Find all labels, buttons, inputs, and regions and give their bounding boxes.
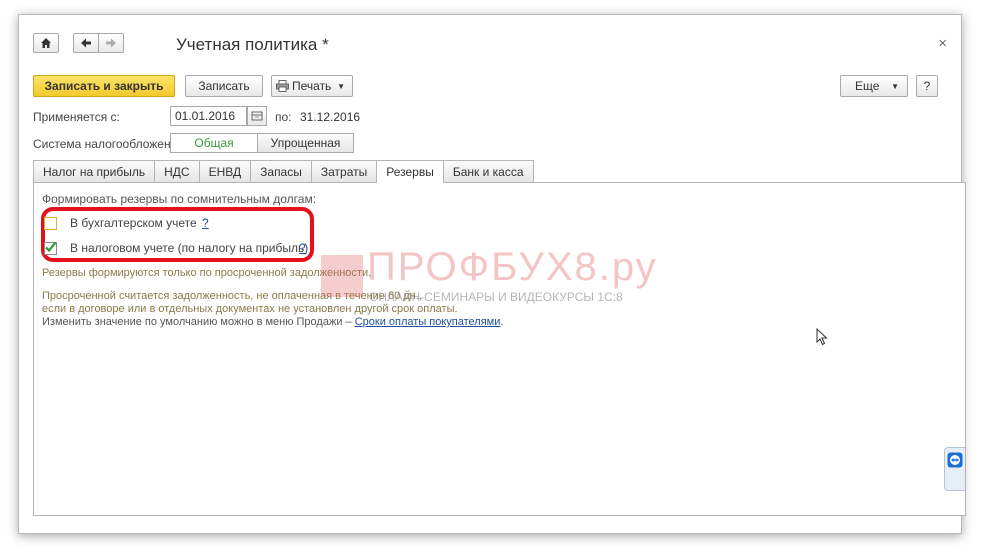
- tax-accounting-checkbox[interactable]: [44, 241, 57, 255]
- applies-from-label: Применяется с:: [33, 110, 120, 124]
- watermark-brand: ПРОФБУХ8.ру: [367, 245, 658, 289]
- close-icon[interactable]: ×: [938, 35, 947, 52]
- tab-profit-tax[interactable]: Налог на прибыль: [33, 160, 156, 182]
- form-window: Учетная политика * × Записать и закрыть …: [18, 14, 966, 534]
- note-change-default-text: Изменить значение по умолчанию можно в м…: [42, 316, 352, 328]
- accounting-help-link[interactable]: ?: [202, 216, 209, 230]
- date-to-value: 31.12.2016: [300, 110, 361, 124]
- payment-terms-link[interactable]: Сроки оплаты покупателями: [355, 316, 501, 328]
- save-button[interactable]: Записать: [185, 75, 263, 97]
- chevron-down-icon: ▼: [891, 81, 899, 91]
- print-button[interactable]: Печать ▼: [271, 75, 353, 97]
- tab-bank-cash[interactable]: Банк и касса: [442, 160, 534, 182]
- note-period: .: [500, 316, 504, 328]
- tax-system-simplified-option[interactable]: Упрощенная: [257, 133, 354, 153]
- more-label: Еще: [855, 79, 880, 93]
- tab-bar: Налог на прибыль НДС ЕНВД Запасы Затраты…: [33, 160, 534, 183]
- tax-system-label: Система налогообложения:: [33, 137, 188, 151]
- back-button[interactable]: [73, 33, 99, 53]
- note-contract-term: если в договоре или в отдельных документ…: [42, 303, 458, 315]
- tab-inventory[interactable]: Запасы: [250, 160, 312, 182]
- reserves-heading: Формировать резервы по сомнительным долг…: [42, 192, 317, 206]
- tax-accounting-help-link[interactable]: ?: [299, 241, 306, 255]
- chevron-down-icon: ▼: [337, 81, 345, 91]
- calendar-button[interactable]: [247, 106, 267, 126]
- tax-system-general-option[interactable]: Общая: [170, 133, 258, 153]
- date-to-label: по:: [275, 110, 292, 124]
- tab-costs[interactable]: Затраты: [310, 160, 378, 182]
- print-label: Печать: [292, 79, 332, 93]
- mouse-cursor-icon: [816, 328, 828, 346]
- help-button[interactable]: ?: [916, 75, 938, 97]
- watermark-tagline: ОНЛАЙН-СЕМИНАРЫ И ВИДЕОКУРСЫ 1С:8: [369, 290, 623, 304]
- save-and-close-button[interactable]: Записать и закрыть: [33, 75, 175, 97]
- note-overdue-definition: Просроченной считается задолженность, не…: [42, 290, 422, 302]
- window-title: Учетная политика *: [176, 35, 329, 54]
- tab-reserves[interactable]: Резервы: [376, 160, 444, 183]
- home-button[interactable]: [33, 33, 59, 53]
- checkmark-icon: [45, 241, 57, 253]
- date-from-field[interactable]: 01.01.2016: [170, 106, 247, 126]
- watermark-logo: [321, 255, 363, 297]
- teamviewer-icon: [947, 452, 963, 468]
- reserves-panel: Формировать резервы по сомнительным долг…: [33, 182, 966, 516]
- home-icon: [41, 38, 51, 48]
- note-change-default: Изменить значение по умолчанию можно в м…: [42, 316, 503, 328]
- calendar-icon: [251, 111, 263, 121]
- tax-accounting-label: В налоговом учете (по налогу на прибыль): [70, 241, 309, 255]
- more-button[interactable]: Еще ▼: [840, 75, 908, 97]
- arrow-right-icon: [106, 38, 116, 48]
- side-widget-tab[interactable]: [944, 447, 965, 491]
- arrow-left-icon: [81, 38, 91, 48]
- tab-envd[interactable]: ЕНВД: [198, 160, 252, 182]
- printer-icon: [276, 80, 289, 92]
- tab-vat[interactable]: НДС: [154, 160, 200, 182]
- accounting-label: В бухгалтерском учете: [70, 216, 197, 230]
- forward-button[interactable]: [98, 33, 124, 53]
- accounting-checkbox[interactable]: [44, 217, 57, 230]
